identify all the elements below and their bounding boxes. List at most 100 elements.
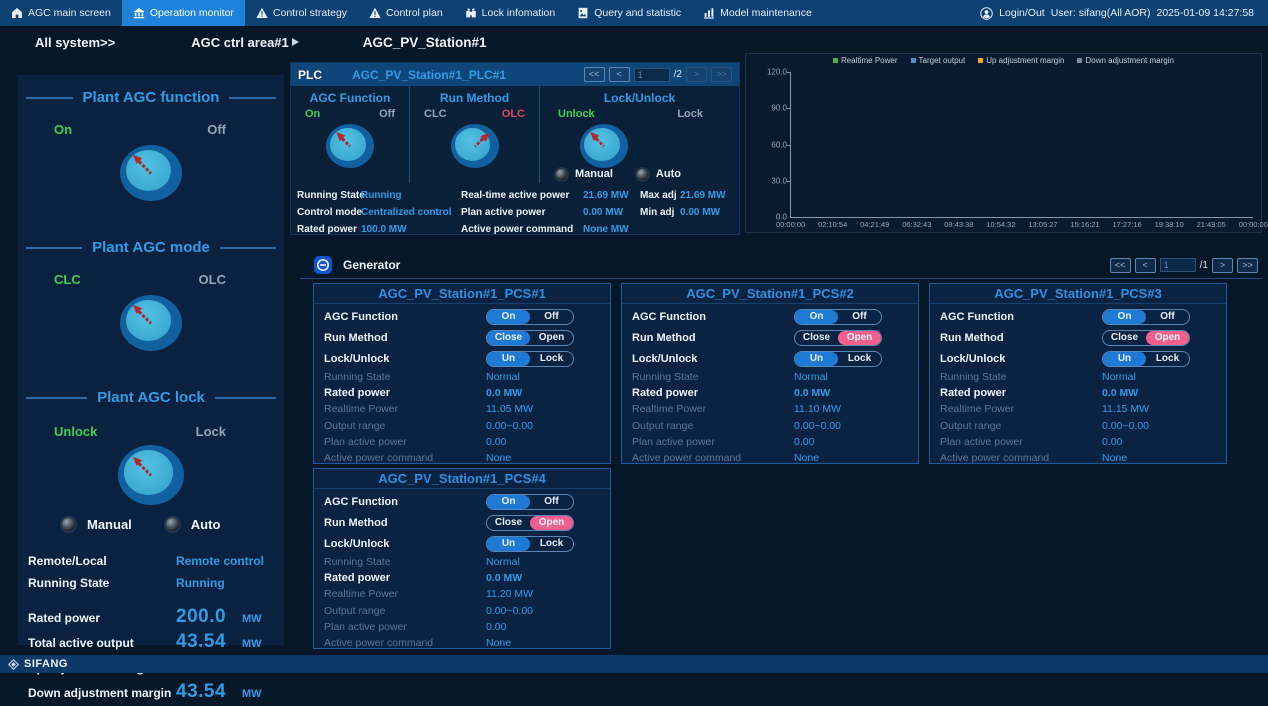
lock-unlock-label: Lock/Unlock [632, 353, 697, 365]
plan-active-power-label: Plan active power [324, 436, 407, 448]
run-method-knob[interactable] [451, 124, 499, 168]
top-nav: AGC main screen Operation monitor Contro… [0, 0, 1268, 26]
generator-title: Generator [343, 258, 400, 272]
plc-running-state-label: Running State [297, 190, 361, 201]
x-tick: 15:16:21 [1070, 220, 1099, 229]
realtime-power-value: 11.05 MW [486, 403, 600, 415]
plc-manual-radio[interactable] [556, 169, 567, 180]
agc-function-toggle[interactable]: OnOff [486, 309, 574, 325]
plc-min-adj-value: 0.00 MW [680, 207, 733, 218]
generator-cards: AGC_PV_Station#1_PCS#1 AGC Function OnOf… [313, 283, 1229, 649]
manual-radio[interactable] [62, 518, 75, 531]
plc-plan-active-power-value: 0.00 MW [583, 207, 640, 218]
nav-label: Query and statistic [594, 7, 681, 19]
plc-realtime-power-value: 21.69 MW [583, 190, 640, 201]
generator-section-header: Generator << < /1 > >> [300, 252, 1262, 279]
nav-item-lock-infomation[interactable]: Lock infomation [454, 0, 567, 26]
nav-label: Control strategy [273, 7, 347, 19]
running-state-label: Running State [324, 556, 391, 568]
agc-function-toggle[interactable]: OnOff [1102, 309, 1190, 325]
nav-item-model-maintenance[interactable]: Model maintenance [692, 0, 823, 26]
footer-bar: SIFANG [0, 655, 1268, 673]
page-total: /2 [674, 69, 682, 80]
breadcrumb-all-system[interactable]: All system>> [35, 35, 115, 50]
warning-icon [256, 7, 268, 19]
run-method-toggle[interactable]: CloseOpen [1102, 330, 1190, 346]
gen-next-page-button[interactable]: > [1212, 258, 1233, 273]
x-tick: 02:10:54 [818, 220, 847, 229]
lock-unlock-toggle[interactable]: UnLock [1102, 351, 1190, 367]
nav-item-query-and-statistic[interactable]: Query and statistic [566, 0, 692, 26]
lock-unlock-knob[interactable] [580, 124, 628, 168]
plant-agc-lock-knob[interactable] [118, 445, 184, 505]
gen-last-page-button[interactable]: >> [1237, 258, 1258, 273]
lock-unlock-label: Lock/Unlock [324, 538, 389, 550]
output-range-label: Output range [940, 420, 1001, 432]
prev-page-button[interactable]: < [609, 67, 630, 82]
page-input[interactable] [634, 68, 670, 82]
gen-page-total: /1 [1200, 260, 1208, 271]
plc-min-adj-label: Min adj [640, 207, 680, 218]
last-page-button[interactable]: >> [711, 67, 732, 82]
gen-page-input[interactable] [1160, 258, 1196, 272]
pcs-card-title: AGC_PV_Station#1_PCS#1 [314, 284, 610, 304]
user-info: User: sifang(All AOR) [1051, 7, 1151, 19]
first-page-button[interactable]: << [584, 67, 605, 82]
lock-unlock-title: Lock/Unlock [540, 91, 739, 105]
down-adjustment-margin-label: Down adjustment margin [28, 686, 176, 700]
nav-item-control-plan[interactable]: Control plan [358, 0, 454, 26]
pcs-card-3: AGC_PV_Station#1_PCS#3 AGC Function OnOf… [929, 283, 1227, 464]
rated-power-label: Rated power [940, 387, 1006, 399]
agc-function-toggle[interactable]: OnOff [794, 309, 882, 325]
plc-auto-label: Auto [656, 168, 681, 180]
plc-info: Running State Running Real-time active p… [291, 183, 739, 238]
plant-agc-lock-title: Plant AGC lock [18, 389, 284, 406]
output-range-value: 0.00~0.00 [1102, 420, 1216, 432]
agc-function-knob[interactable] [326, 124, 374, 168]
active-power-command-label: Active power command [324, 452, 433, 464]
agc-function-label: AGC Function [324, 311, 398, 323]
output-range-value: 0.00~0.00 [486, 605, 600, 617]
plant-agc-mode-knob[interactable] [120, 295, 182, 351]
lock-unlock-group: Lock/Unlock Unlock Lock Manual Auto [539, 86, 739, 183]
agc-function-title: AGC Function [291, 91, 409, 105]
plc-header: PLC AGC_PV_Station#1_PLC#1 << < /2 > >> [291, 63, 739, 86]
x-tick: 04:21:49 [860, 220, 889, 229]
lock-unlock-unlock-label: Unlock [558, 108, 595, 120]
plc-plan-active-power-label: Plan active power [461, 207, 583, 218]
plc-auto-radio[interactable] [637, 169, 648, 180]
nav-item-agc-main-screen[interactable]: AGC main screen [0, 0, 122, 26]
realtime-power-value: 11.20 MW [486, 588, 600, 600]
lock-unlock-label: Lock/Unlock [940, 353, 1005, 365]
plan-active-power-label: Plan active power [324, 621, 407, 633]
nav-item-control-strategy[interactable]: Control strategy [245, 0, 358, 26]
rated-power-label: Rated power [324, 572, 390, 584]
login-link[interactable]: Login/Out [999, 7, 1045, 19]
gen-prev-page-button[interactable]: < [1135, 258, 1156, 273]
rated-power-label: Rated power [28, 611, 176, 625]
gen-first-page-button[interactable]: << [1110, 258, 1131, 273]
plant-agc-function-knob[interactable] [120, 145, 182, 201]
x-tick: 19:38:10 [1155, 220, 1184, 229]
run-method-toggle[interactable]: CloseOpen [486, 515, 574, 531]
nav-item-operation-monitor[interactable]: Operation monitor [122, 0, 245, 26]
realtime-power-value: 11.15 MW [1102, 403, 1216, 415]
run-method-toggle[interactable]: CloseOpen [486, 330, 574, 346]
lock-unlock-toggle[interactable]: UnLock [486, 536, 574, 552]
next-page-button[interactable]: > [686, 67, 707, 82]
lock-unlock-toggle[interactable]: UnLock [794, 351, 882, 367]
plc-rated-power-value: 100.0 MW [361, 224, 461, 235]
lock-unlock-toggle[interactable]: UnLock [486, 351, 574, 367]
plc-control-mode-label: Control mode [297, 207, 361, 218]
nav-label: AGC main screen [28, 7, 111, 19]
realtime-power-label: Realtime Power [324, 403, 398, 415]
breadcrumb-agc-ctrl-area[interactable]: AGC ctrl area#1 [191, 35, 289, 50]
auto-radio[interactable] [166, 518, 179, 531]
run-method-toggle[interactable]: CloseOpen [794, 330, 882, 346]
y-tick: 120.0 [767, 68, 787, 77]
nav-label: Control plan [386, 7, 443, 19]
legend-realtime-power: Realtime Power [833, 56, 897, 65]
pcs-card-title: AGC_PV_Station#1_PCS#3 [930, 284, 1226, 304]
agc-function-toggle[interactable]: OnOff [486, 494, 574, 510]
x-tick: 21:49:05 [1197, 220, 1226, 229]
